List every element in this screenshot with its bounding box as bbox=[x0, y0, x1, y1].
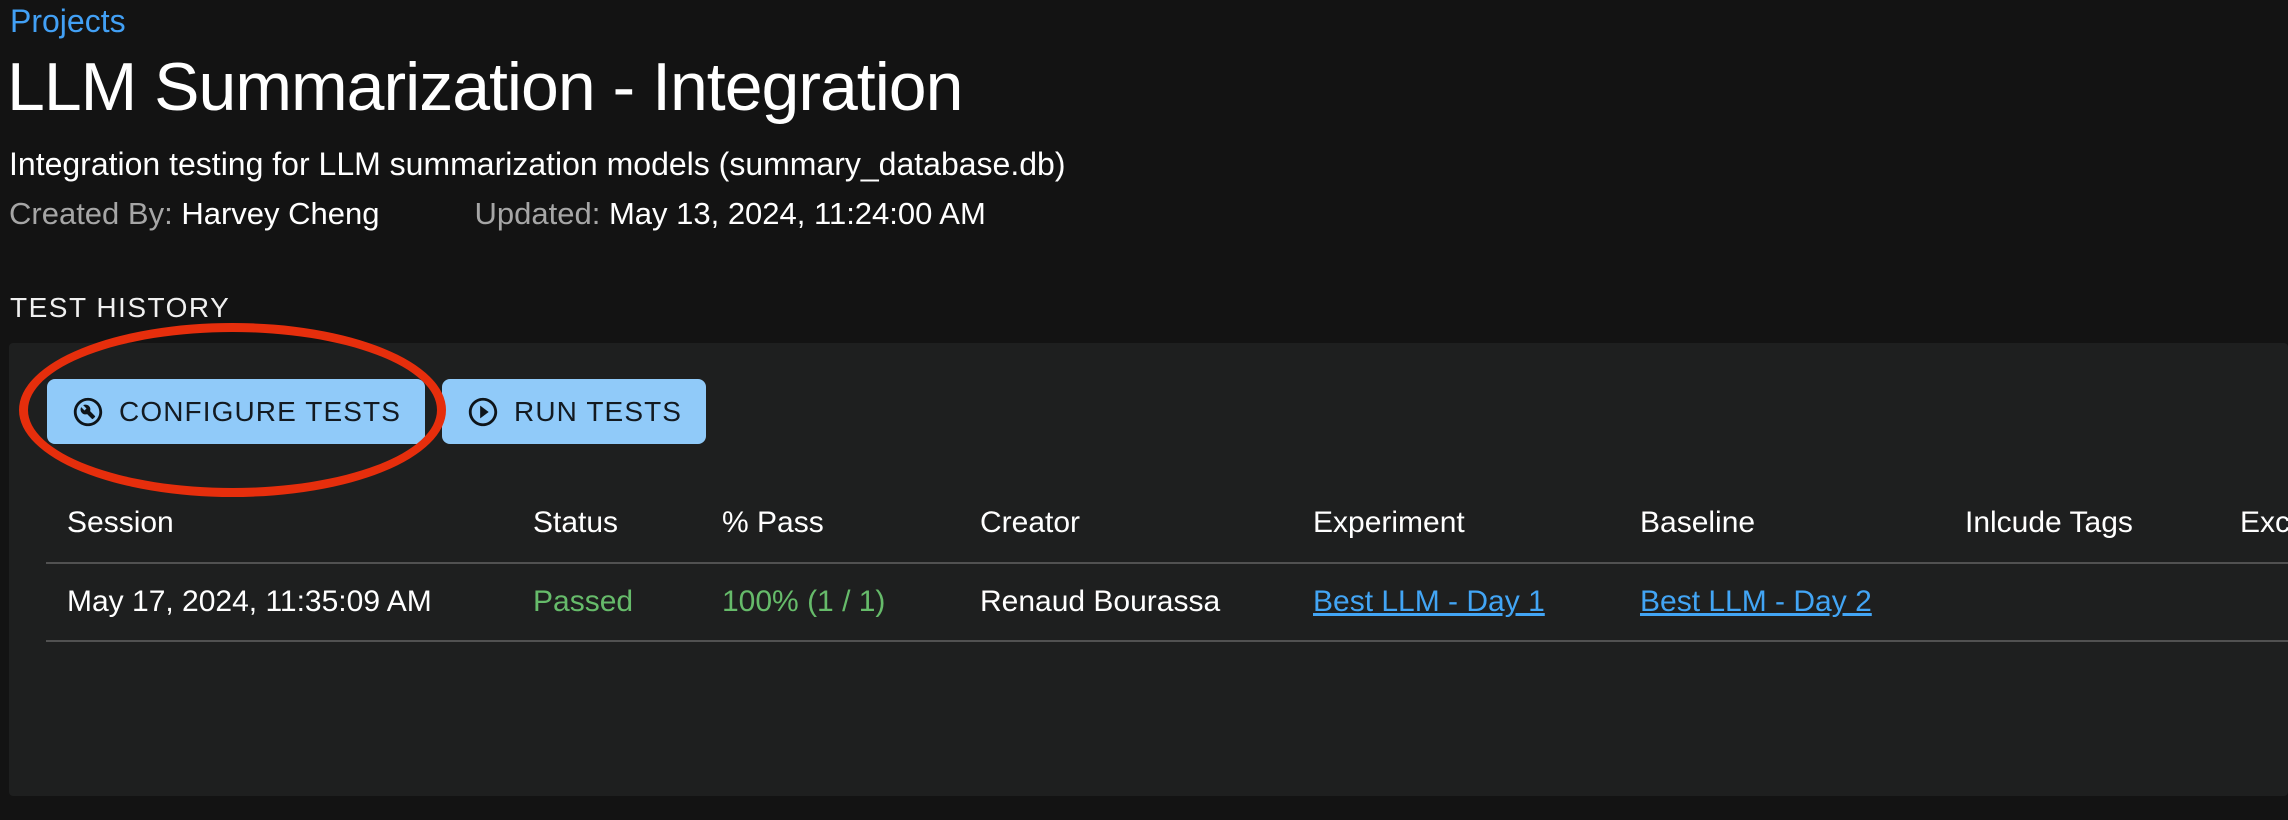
build-circle-icon bbox=[71, 395, 105, 429]
project-description: Integration testing for LLM summarizatio… bbox=[9, 144, 1065, 184]
column-header-status: Status bbox=[533, 483, 722, 563]
cell-status: Passed bbox=[533, 563, 722, 641]
cell-include-tags bbox=[1965, 563, 2240, 641]
column-header-baseline: Baseline bbox=[1640, 483, 1965, 563]
configure-tests-label: CONFIGURE TESTS bbox=[119, 396, 401, 428]
cell-experiment: Best LLM - Day 1 bbox=[1313, 563, 1640, 641]
experiment-link[interactable]: Best LLM - Day 1 bbox=[1313, 585, 1545, 618]
cell-exclude-tags bbox=[2240, 563, 2288, 641]
cell-creator: Renaud Bourassa bbox=[980, 563, 1313, 641]
cell-baseline: Best LLM - Day 2 bbox=[1640, 563, 1965, 641]
run-tests-label: RUN TESTS bbox=[514, 396, 682, 428]
page-title: LLM Summarization - Integration bbox=[7, 46, 962, 128]
column-header-exclude-tags: Exclude Tags bbox=[2240, 483, 2288, 563]
created-by-label: Created By: bbox=[9, 196, 173, 231]
column-header-pass: % Pass bbox=[722, 483, 980, 563]
configure-tests-button[interactable]: CONFIGURE TESTS bbox=[47, 379, 425, 444]
table-header-row: Session Status % Pass Creator Experiment… bbox=[46, 483, 2288, 563]
cell-pass: 100% (1 / 1) bbox=[722, 563, 980, 641]
column-header-experiment: Experiment bbox=[1313, 483, 1640, 563]
test-history-heading: TEST HISTORY bbox=[10, 291, 230, 325]
column-header-session: Session bbox=[46, 483, 533, 563]
run-tests-button[interactable]: RUN TESTS bbox=[442, 379, 706, 444]
column-header-include-tags: Inlcude Tags bbox=[1965, 483, 2240, 563]
cell-session: May 17, 2024, 11:35:09 AM bbox=[46, 563, 533, 641]
created-by-value: Harvey Cheng bbox=[181, 196, 379, 231]
updated-label: Updated: bbox=[474, 196, 600, 231]
updated-value: May 13, 2024, 11:24:00 AM bbox=[609, 196, 986, 231]
column-header-creator: Creator bbox=[980, 483, 1313, 563]
test-actions-toolbar: CONFIGURE TESTS RUN TESTS bbox=[47, 379, 706, 444]
test-history-table-container: Session Status % Pass Creator Experiment… bbox=[46, 483, 2288, 642]
project-meta: Created By: Harvey Cheng Updated: May 13… bbox=[9, 194, 986, 234]
updated: Updated: May 13, 2024, 11:24:00 AM bbox=[474, 194, 985, 234]
test-history-panel: CONFIGURE TESTS RUN TESTS Session bbox=[9, 343, 2288, 796]
baseline-link[interactable]: Best LLM - Day 2 bbox=[1640, 585, 1872, 618]
created-by: Created By: Harvey Cheng bbox=[9, 194, 379, 234]
table-row: May 17, 2024, 11:35:09 AM Passed 100% (1… bbox=[46, 563, 2288, 641]
breadcrumb-projects-link[interactable]: Projects bbox=[10, 1, 126, 41]
project-detail-page: Projects LLM Summarization - Integration… bbox=[0, 0, 2288, 820]
test-history-table: Session Status % Pass Creator Experiment… bbox=[46, 483, 2288, 642]
play-circle-icon bbox=[466, 395, 500, 429]
